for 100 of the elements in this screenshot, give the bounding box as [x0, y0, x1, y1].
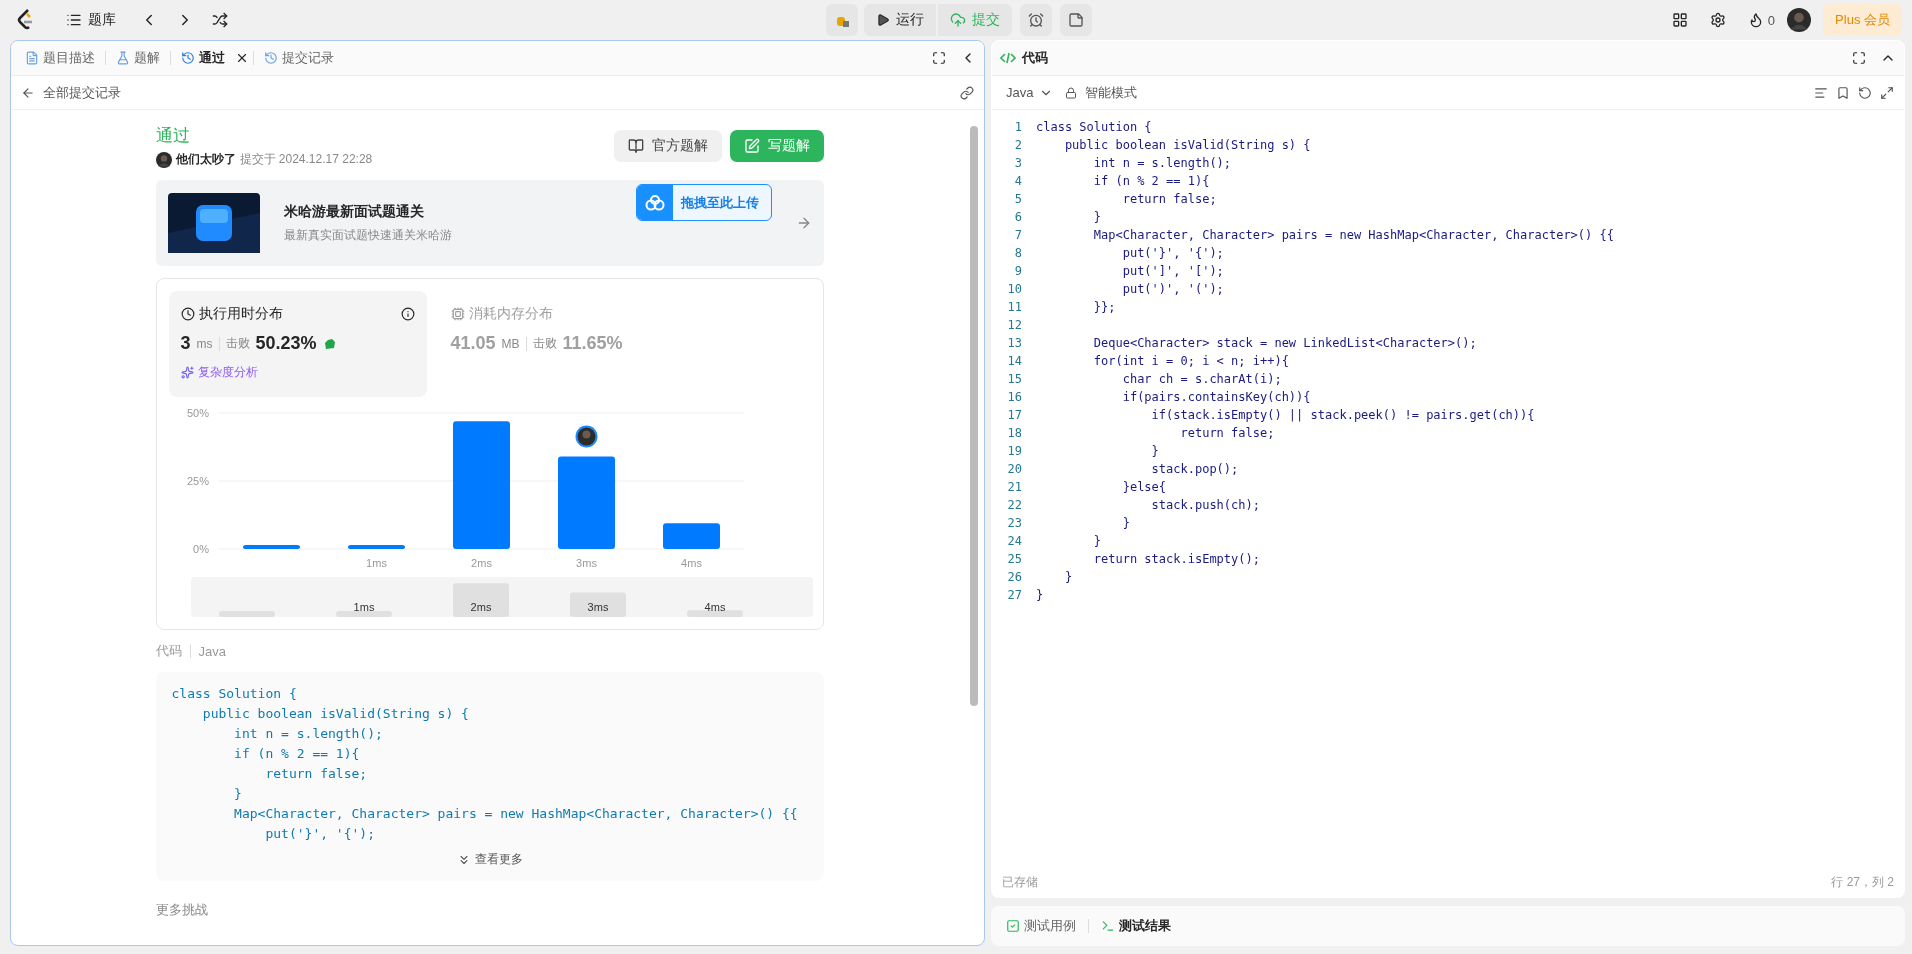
code-line: }	[1063, 570, 1073, 584]
checkbox-icon	[1006, 919, 1020, 933]
complexity-link[interactable]: 复杂度分析	[197, 364, 258, 381]
code-line: Map<Character, Character> pairs = new HashMap<Character, Character>() {{	[233, 805, 799, 823]
pen-icon	[743, 138, 760, 154]
code-line: if (n % 2 == 1){	[233, 745, 361, 763]
line-number: 4	[1013, 174, 1022, 188]
bar[interactable]	[347, 544, 405, 549]
line-number: 10	[1006, 282, 1022, 296]
code-line: class Solution {	[1036, 120, 1152, 134]
line-number: 25	[1006, 552, 1022, 566]
history-icon	[181, 51, 195, 65]
flask-icon	[116, 51, 130, 65]
lock-icon	[1065, 86, 1078, 99]
axis-label: 2ms	[470, 557, 492, 569]
chip-icon	[450, 307, 465, 321]
code-line: put('}', '{');	[1121, 246, 1224, 260]
panel-tab[interactable]: 测试结果	[1095, 913, 1177, 939]
back-icon[interactable]	[21, 85, 35, 100]
bookmark-icon[interactable]	[1836, 85, 1850, 100]
stat-value: 3	[180, 333, 191, 354]
axis-label: 50%	[186, 407, 209, 419]
code-line: int n = s.length();	[1092, 156, 1232, 170]
line-number: 11	[1006, 300, 1022, 314]
range-overview[interactable]: 1ms 2ms 3ms 4ms	[190, 577, 813, 617]
document-icon	[25, 51, 39, 65]
code-line: char ch = s.charAt(i);	[1121, 372, 1282, 386]
beats-label: 击败	[225, 335, 250, 352]
maximize-icon[interactable]	[1852, 51, 1866, 65]
fullscreen-icon[interactable]	[1880, 85, 1894, 100]
line-number: 26	[1006, 570, 1022, 584]
code-language: Java	[198, 643, 226, 659]
debug-button[interactable]	[826, 4, 858, 36]
line-number: 20	[1006, 462, 1022, 476]
code-line: Map<Character, Character> pairs = new HashMap<Character, Character>() {{	[1092, 228, 1614, 242]
line-number: 23	[1006, 516, 1022, 530]
code-line: }};	[1092, 300, 1116, 314]
terminal-icon	[1101, 919, 1115, 933]
code-line: }	[1121, 516, 1130, 530]
bar[interactable]	[242, 544, 300, 549]
code-line: stack.pop();	[1150, 462, 1239, 476]
link-icon[interactable]	[960, 85, 974, 100]
code-line: put(']', '[');	[1121, 264, 1224, 278]
panel-title: 代码	[1020, 49, 1049, 67]
scrollbar[interactable]	[970, 126, 978, 706]
axis-label: 3ms	[575, 557, 597, 569]
back-link[interactable]: 全部提交记录	[43, 83, 121, 102]
panel-tab[interactable]: 题解	[110, 45, 166, 71]
code-line: }	[1092, 534, 1102, 548]
beats-value: 50.23%	[255, 333, 317, 354]
language-select[interactable]: Java	[1002, 81, 1058, 104]
code-line: return false;	[264, 765, 369, 783]
layout-icon[interactable]	[1671, 12, 1688, 28]
promo-banner[interactable]: 米哈游最新面试题通关 最新真实面试题快速通关米哈游 拖拽至此上传	[155, 180, 824, 266]
problem-list-button[interactable]: 题库	[62, 7, 120, 33]
code-line: }	[1036, 588, 1044, 602]
panel-tab[interactable]: 提交记录	[258, 45, 340, 71]
show-more-button[interactable]: 查看更多	[450, 850, 529, 869]
line-number: 8	[1013, 246, 1022, 260]
panel-tab[interactable]: 题目描述	[19, 45, 101, 71]
stat-value: 41.05	[450, 333, 496, 354]
code-label: 代码	[155, 642, 182, 660]
line-number: 5	[1013, 192, 1022, 206]
code-line: put(')', '(');	[1121, 282, 1224, 296]
stat-card[interactable]: 执行用时分布 3 ms 击败 50.23% 复杂度分析	[168, 291, 427, 397]
streak-count: 0	[1767, 12, 1776, 28]
run-button[interactable]: 运行	[864, 4, 936, 36]
axis-label: 25%	[186, 475, 209, 487]
code-line: }	[1092, 210, 1102, 224]
book-icon	[627, 138, 644, 154]
note-button[interactable]	[1060, 4, 1092, 36]
official-solution-button[interactable]: 官方题解	[613, 130, 722, 162]
reset-icon[interactable]	[1858, 85, 1872, 100]
line-number: 12	[1006, 318, 1022, 332]
code-line: Deque<Character> stack = new LinkedList<Character>();	[1092, 336, 1477, 350]
close-icon[interactable]	[235, 51, 249, 65]
cursor-position: 行 27，列 2	[1831, 873, 1894, 891]
code-line: return false;	[1121, 192, 1217, 206]
section-heading: 更多挑战	[155, 901, 209, 919]
stat-card[interactable]: 消耗内存分布 41.05 MB 击败 11.65%	[438, 291, 697, 397]
panel-tab[interactable]: 测试用例	[1000, 913, 1082, 939]
maximize-icon[interactable]	[932, 51, 946, 65]
cloud-icon	[644, 194, 665, 211]
code-icon	[1000, 51, 1016, 65]
alarm-clock-button[interactable]	[1020, 4, 1052, 36]
code-line: }	[233, 785, 243, 803]
upload-button[interactable]: 拖拽至此上传	[635, 184, 772, 221]
mode-label[interactable]: 智能模式	[1085, 83, 1138, 102]
settings-icon[interactable]	[1709, 12, 1726, 28]
banner-subtitle: 最新真实面试题快速通关米哈游	[283, 226, 452, 244]
beats-value: 11.65%	[562, 333, 623, 354]
shuffle-icon[interactable]	[212, 12, 228, 28]
panel-tab[interactable]: 通过	[175, 45, 231, 71]
line-number: 15	[1006, 372, 1022, 386]
format-icon[interactable]	[1814, 85, 1828, 100]
code-line: return false;	[1179, 426, 1275, 440]
info-icon[interactable]	[400, 307, 415, 321]
line-number: 6	[1013, 210, 1022, 224]
line-number: 16	[1006, 390, 1022, 404]
user-name[interactable]: 他们太吵了	[175, 151, 236, 168]
